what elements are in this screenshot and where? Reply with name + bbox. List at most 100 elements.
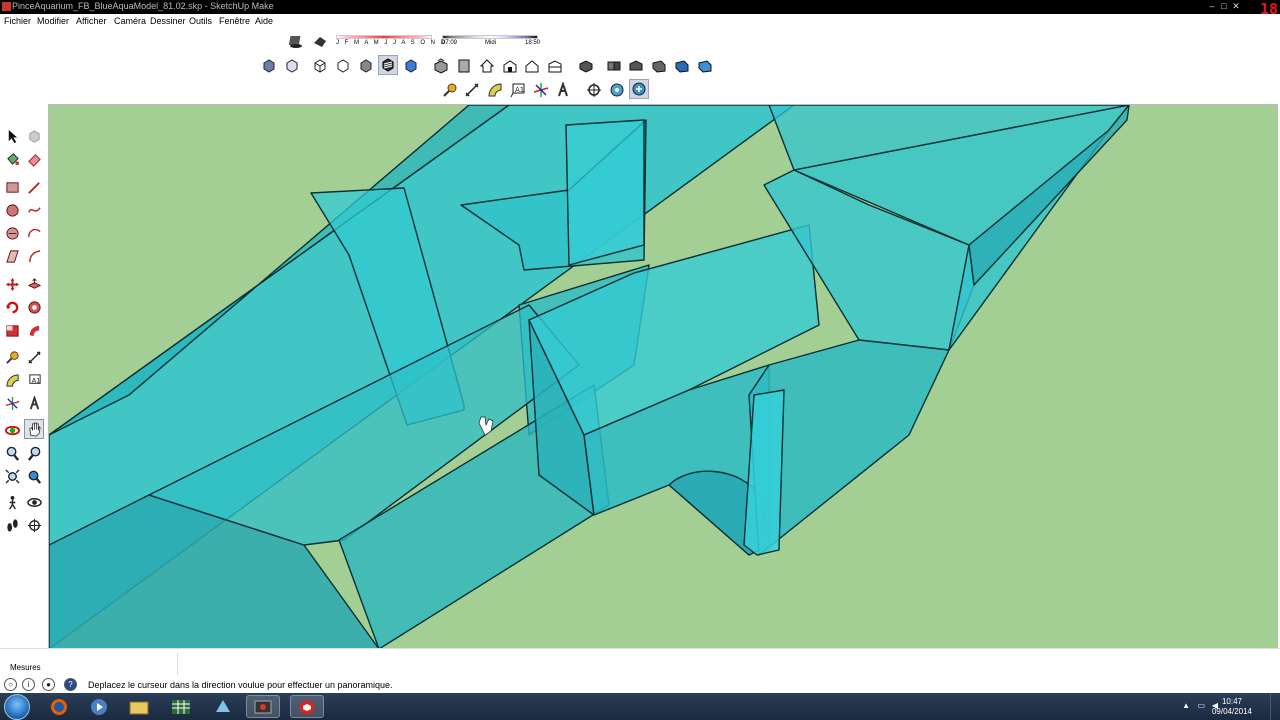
3d-text-2-icon[interactable] [24,393,44,413]
xray-icon[interactable] [259,56,279,76]
shadows-toggle-icon[interactable] [286,31,306,51]
tray-arrow-icon[interactable]: ▲ [1182,701,1190,710]
help-icon[interactable]: ? [64,678,77,691]
scale-box-icon[interactable] [2,320,22,340]
fog-toggle-icon[interactable] [310,31,330,51]
scale-icon[interactable] [24,297,44,317]
offset-icon[interactable] [2,246,22,266]
move-icon[interactable] [2,274,22,294]
section-plane-icon[interactable] [24,515,44,535]
menu-outils[interactable]: Outils [189,16,212,26]
paint-bucket-icon[interactable] [2,149,22,169]
orbit-icon[interactable] [2,420,22,440]
iso-view-icon[interactable] [431,56,451,76]
left-clamp-post [565,119,645,266]
back-view-icon[interactable] [545,56,565,76]
shaded-textures-icon[interactable] [378,55,398,75]
dimension-icon[interactable] [462,80,482,100]
shaded-icon[interactable] [356,56,376,76]
look-around-2-icon[interactable] [24,492,44,512]
credits-icon[interactable]: i [22,678,35,691]
wireframe-icon[interactable] [310,56,330,76]
svg-text:A1: A1 [31,376,40,384]
geo-location-icon[interactable]: ○ [4,678,17,691]
position-camera-icon[interactable] [584,80,604,100]
recorder-icon[interactable] [246,695,280,718]
app-icon[interactable] [206,695,240,718]
rotate-icon[interactable] [2,297,22,317]
push-pull-icon[interactable] [24,274,44,294]
zoom-window-icon[interactable] [24,443,44,463]
rectangle-icon[interactable] [2,177,22,197]
arc-icon[interactable] [24,223,44,243]
month-labels: J F M A M J J A S O N D [336,40,448,46]
toolbar-area: J F M A M J J A S O N D 07:09 Midi 18:50… [0,28,1280,104]
circle-icon[interactable] [2,200,22,220]
tape-measure-2-icon[interactable] [2,347,22,367]
house-2-icon[interactable] [626,56,646,76]
line-icon[interactable] [24,177,44,197]
right-view-icon[interactable] [522,56,542,76]
left-view-icon[interactable] [649,56,669,76]
network-icon[interactable]: ▭ [1197,701,1205,710]
get-models-icon[interactable] [695,56,715,76]
user-icon[interactable]: ● [42,678,55,691]
media-player-icon[interactable] [82,695,116,718]
menu-afficher[interactable]: Afficher [76,16,106,26]
axes-icon[interactable] [531,80,551,100]
maximize-button[interactable]: □ [1218,1,1230,12]
walk-2-icon[interactable] [2,515,22,535]
zoom-extents-icon[interactable] [2,466,22,486]
house-icon[interactable] [477,56,497,76]
pan-icon[interactable] [24,419,44,439]
polygon-icon[interactable] [2,223,22,243]
make-component-icon[interactable] [24,126,44,146]
protractor-icon[interactable] [485,80,505,100]
tape-measure-icon[interactable] [440,80,460,100]
walk-icon[interactable] [629,79,649,99]
offset-2-icon[interactable] [24,320,44,340]
start-button[interactable] [4,694,30,720]
zoom-icon[interactable] [2,443,22,463]
front-view-icon[interactable] [500,56,520,76]
hidden-line-icon[interactable] [333,56,353,76]
menu-aide[interactable]: Aide [255,16,273,26]
eraser-icon[interactable] [24,149,44,169]
dimension-2-icon[interactable] [24,347,44,367]
clock[interactable]: 10:47 09/04/2014 [1212,697,1252,717]
select-icon[interactable] [2,126,22,146]
follow-me-icon[interactable] [24,246,44,266]
menu-dessiner[interactable]: Dessiner [150,16,186,26]
measures-box[interactable]: Mesures [0,653,178,675]
spreadsheet-icon[interactable] [164,695,198,718]
menu-fenetre[interactable]: Fenêtre [219,16,250,26]
close-button[interactable]: ✕ [1230,1,1242,12]
monochrome-icon[interactable] [401,56,421,76]
time-slider[interactable] [442,35,538,39]
month-slider[interactable] [336,35,432,39]
top-view-icon[interactable] [454,56,474,76]
show-desktop-button[interactable] [1270,693,1280,720]
3d-text-icon[interactable] [553,80,573,100]
freehand-icon[interactable] [24,200,44,220]
back-edges-icon[interactable] [282,56,302,76]
text-icon[interactable]: A1 [508,80,528,100]
axes-2-icon[interactable] [2,393,22,413]
previous-view-icon[interactable] [24,466,44,486]
share-model-icon[interactable] [672,56,692,76]
time-mid: Midi [485,40,497,46]
warehouse-icon[interactable] [604,56,624,76]
menu-fichier[interactable]: Fichier [4,16,31,26]
protractor-2-icon[interactable] [2,370,22,390]
position-camera-2-icon[interactable] [2,492,22,512]
explorer-icon[interactable] [122,695,156,718]
minimize-button[interactable]: – [1206,1,1218,12]
look-around-icon[interactable] [607,80,627,100]
sketchup-icon[interactable] [290,695,324,718]
menu-camera[interactable]: Caméra [114,16,146,26]
firefox-icon[interactable] [42,695,76,718]
3d-viewport[interactable] [48,104,1278,648]
component-icon[interactable] [576,56,596,76]
text-2-icon[interactable]: A1 [24,370,44,390]
menu-modifier[interactable]: Modifier [37,16,69,26]
